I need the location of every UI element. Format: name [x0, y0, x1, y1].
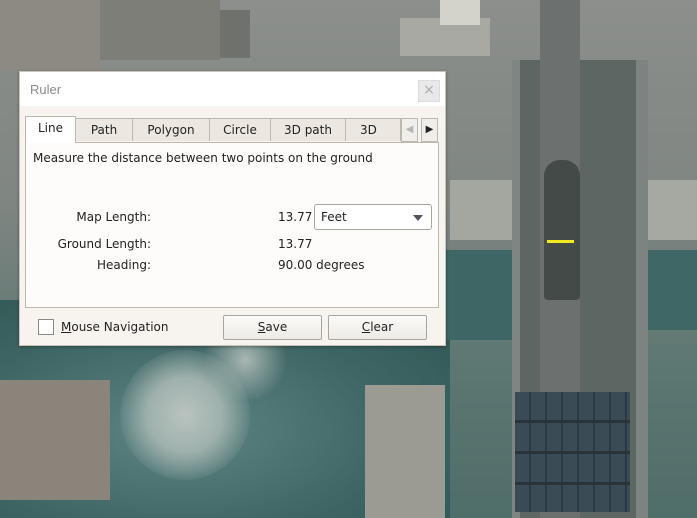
water-area: [440, 250, 520, 340]
mnemonic: M: [61, 320, 72, 334]
tab-scroll-right-button[interactable]: ▶: [421, 118, 438, 142]
building: [440, 0, 480, 25]
ship: [544, 160, 580, 300]
ground-length-label: Ground Length:: [57, 237, 151, 251]
dock: [365, 385, 445, 518]
close-button[interactable]: ×: [418, 80, 440, 102]
save-button[interactable]: Save: [223, 315, 322, 340]
mouse-navigation-checkbox[interactable]: [38, 319, 54, 335]
building: [100, 0, 220, 60]
tab-line[interactable]: Line: [25, 116, 76, 143]
mnemonic: C: [361, 320, 371, 334]
tab-polygon[interactable]: Polygon: [132, 118, 210, 141]
chevron-left-icon: ◀: [405, 124, 414, 135]
ground-length-value: 13.77: [278, 237, 313, 251]
unit-select-value: Feet: [321, 210, 347, 224]
tab-label: 3D poly: [360, 123, 377, 137]
tab-bar: Line Path Polygon Circle 3D path 3D poly…: [25, 116, 440, 143]
heading-label: Heading:: [97, 258, 151, 272]
tab-label: Circle: [223, 123, 257, 137]
chevron-right-icon: ▶: [425, 124, 434, 135]
description-text: Measure the distance between two points …: [33, 151, 373, 165]
close-icon: ×: [423, 82, 435, 98]
ruler-dialog: Ruler × Line Path Polygon Circle 3D path…: [19, 71, 446, 346]
button-label: lear: [370, 320, 394, 334]
tab-scroll-left-button[interactable]: ◀: [401, 118, 418, 142]
button-label: ave: [265, 320, 288, 334]
building: [0, 0, 100, 70]
tab-label: Line: [37, 121, 63, 135]
dock: [0, 380, 110, 500]
tab-path[interactable]: Path: [75, 118, 133, 141]
chevron-down-icon: [413, 215, 423, 221]
map-length-value: 13.77: [278, 210, 313, 224]
tab-label: 3D path: [284, 123, 332, 137]
building: [640, 180, 697, 240]
warehouse-roof-lines: [515, 392, 630, 512]
heading-value: 90.00 degrees: [278, 258, 365, 272]
tab-circle[interactable]: Circle: [209, 118, 271, 141]
pier-edge: [636, 60, 648, 518]
tab-3d-path[interactable]: 3D path: [270, 118, 346, 141]
line-tab-panel: Measure the distance between two points …: [25, 142, 439, 308]
tab-label: Polygon: [147, 123, 195, 137]
tab-3d-polygon[interactable]: 3D poly: [345, 118, 401, 141]
label-rest: ouse Navigation: [71, 320, 169, 334]
measure-line[interactable]: [547, 240, 574, 243]
building: [450, 180, 520, 240]
titlebar[interactable]: Ruler ×: [20, 72, 445, 106]
mouse-navigation-label[interactable]: Mouse Navigation: [61, 320, 168, 334]
dialog-title: Ruler: [30, 82, 62, 97]
water-area: [640, 250, 697, 330]
tab-label: Path: [90, 123, 118, 137]
unit-select[interactable]: Feet: [314, 204, 432, 230]
map-length-label: Map Length:: [76, 210, 151, 224]
clear-button[interactable]: Clear: [328, 315, 427, 340]
